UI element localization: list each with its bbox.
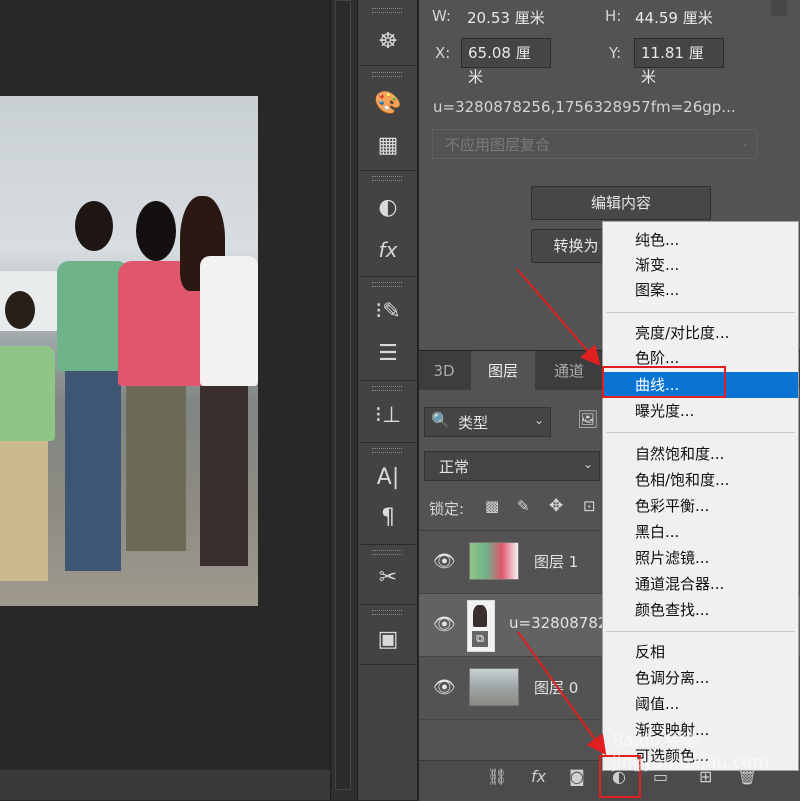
menu-item[interactable]: 照片滤镜... <box>603 545 798 571</box>
chevron-down-icon: ⌄ <box>533 413 544 427</box>
eye-icon[interactable]: 👁 <box>433 677 456 698</box>
grip-handle[interactable] <box>372 282 402 287</box>
search-icon: 🔍 <box>431 411 450 429</box>
lock-transparency-icon[interactable]: ▩ <box>485 497 499 515</box>
eye-icon[interactable]: 👁 <box>433 551 456 572</box>
grip-handle[interactable] <box>372 448 402 453</box>
menu-item[interactable]: 渐变... <box>603 252 798 278</box>
chevron-down-icon: ⌄ <box>582 457 593 471</box>
fx-icon[interactable]: fx <box>531 767 546 786</box>
menu-item[interactable]: 反相 <box>603 639 798 665</box>
layer-filter-value: 类型 <box>458 414 489 432</box>
character-icon[interactable]: A| <box>368 462 408 494</box>
menu-item[interactable]: 阈值... <box>603 691 798 717</box>
menu-item[interactable]: 图案... <box>603 277 798 303</box>
brush-presets-icon[interactable]: ☰ <box>368 338 408 370</box>
height-value[interactable]: 44.59 厘米 <box>635 7 713 28</box>
menu-item[interactable]: 色彩平衡... <box>603 493 798 519</box>
menu-item[interactable]: 颜色查找... <box>603 597 798 623</box>
blend-mode-select[interactable]: 正常 ⌄ <box>424 451 600 481</box>
eye-icon[interactable]: 👁 <box>433 614 456 635</box>
watermark: Baidu 经验 jingyan.baidu.com <box>612 731 769 773</box>
y-position-field[interactable]: 11.81 厘米 <box>634 38 724 86</box>
navigator-icon[interactable]: ☸ <box>368 26 408 58</box>
layer-thumbnail <box>469 668 519 706</box>
add-mask-icon[interactable]: ◙ <box>569 767 585 786</box>
grip-handle[interactable] <box>372 72 402 77</box>
menu-item[interactable]: 曝光度... <box>603 398 798 424</box>
props-scroll[interactable] <box>771 0 787 16</box>
tab-layers[interactable]: 图层 <box>471 351 535 391</box>
grip-handle[interactable] <box>372 610 402 615</box>
y-label: Y: <box>609 44 622 62</box>
grip-handle[interactable] <box>372 550 402 555</box>
document-canvas[interactable] <box>0 0 330 770</box>
layer-thumbnail <box>469 542 519 580</box>
menu-item[interactable]: 亮度/对比度... <box>603 320 798 346</box>
grip-handle[interactable] <box>372 176 402 181</box>
smart-object-thumbnail: ⧉ <box>467 600 495 652</box>
layer-comp-select-value: 不应用图层复合 <box>445 136 551 154</box>
lock-position-icon[interactable]: ✥ <box>549 496 563 516</box>
styles-fx-icon[interactable]: fx <box>368 234 408 266</box>
lock-label: 锁定: <box>429 500 465 518</box>
panel-icon-strip: ☸ 🎨 ▦ ◐ fx ⁝✎ ☰ ⁝⊥ A| ¶ ✂ ▣ <box>357 0 418 800</box>
width-value[interactable]: 20.53 厘米 <box>467 7 545 28</box>
layer-name[interactable]: u=32808782 <box>509 614 607 632</box>
adjustments-icon[interactable]: ◐ <box>368 192 408 224</box>
height-label: H: <box>605 7 622 25</box>
chevron-down-icon: ⌄ <box>739 135 750 149</box>
layer-name[interactable]: 图层 0 <box>534 677 578 698</box>
adjustment-layer-menu: 纯色... 渐变... 图案... 亮度/对比度... 色阶... 曲线... … <box>602 221 799 771</box>
person-1 <box>0 291 55 591</box>
annotation-box-curves <box>602 366 726 398</box>
artboard-icon[interactable]: ▣ <box>368 624 408 656</box>
tool-presets-icon[interactable]: ✂ <box>368 562 408 594</box>
menu-item[interactable]: 色调分离... <box>603 665 798 691</box>
status-bar <box>0 770 330 800</box>
menu-item[interactable]: 自然饱和度... <box>603 441 798 467</box>
color-palette-icon[interactable]: 🎨 <box>368 88 408 120</box>
scrollbar-thumb[interactable] <box>335 0 351 790</box>
width-label: W: <box>432 7 452 25</box>
lock-artboard-icon[interactable]: ⊡ <box>583 497 596 515</box>
menu-item[interactable]: 通道混合器... <box>603 571 798 597</box>
lock-paint-icon[interactable]: ✎ <box>517 497 530 515</box>
grip-handle[interactable] <box>372 386 402 391</box>
x-label: X: <box>435 44 451 62</box>
photo-image <box>0 96 258 606</box>
menu-item[interactable]: 纯色... <box>603 227 798 253</box>
blend-mode-value: 正常 <box>439 458 470 476</box>
clone-source-icon[interactable]: ⁝⊥ <box>368 400 408 432</box>
edit-contents-button[interactable]: 编辑内容 <box>531 186 711 220</box>
tab-channels[interactable]: 通道 <box>537 351 601 391</box>
layer-filter-select[interactable]: 🔍 类型 ⌄ <box>424 407 551 437</box>
menu-item[interactable]: 色相/饱和度... <box>603 467 798 493</box>
tab-3d[interactable]: 3D <box>419 351 469 391</box>
swatches-grid-icon[interactable]: ▦ <box>368 130 408 162</box>
image-filter-icon[interactable]: 🖼 <box>577 410 599 430</box>
layer-comp-select[interactable]: 不应用图层复合 ⌄ <box>432 129 757 159</box>
paragraph-icon[interactable]: ¶ <box>368 502 408 534</box>
brush-settings-icon[interactable]: ⁝✎ <box>368 296 408 328</box>
person-4 <box>175 196 258 576</box>
grip-handle[interactable] <box>372 8 402 13</box>
linked-filename: u=3280878256,1756328957fm=26gp... <box>433 98 736 116</box>
x-position-field[interactable]: 65.08 厘米 <box>461 38 551 86</box>
layer-name[interactable]: 图层 1 <box>534 551 578 572</box>
menu-item[interactable]: 黑白... <box>603 519 798 545</box>
link-layers-icon[interactable]: ⛓ <box>487 767 507 786</box>
